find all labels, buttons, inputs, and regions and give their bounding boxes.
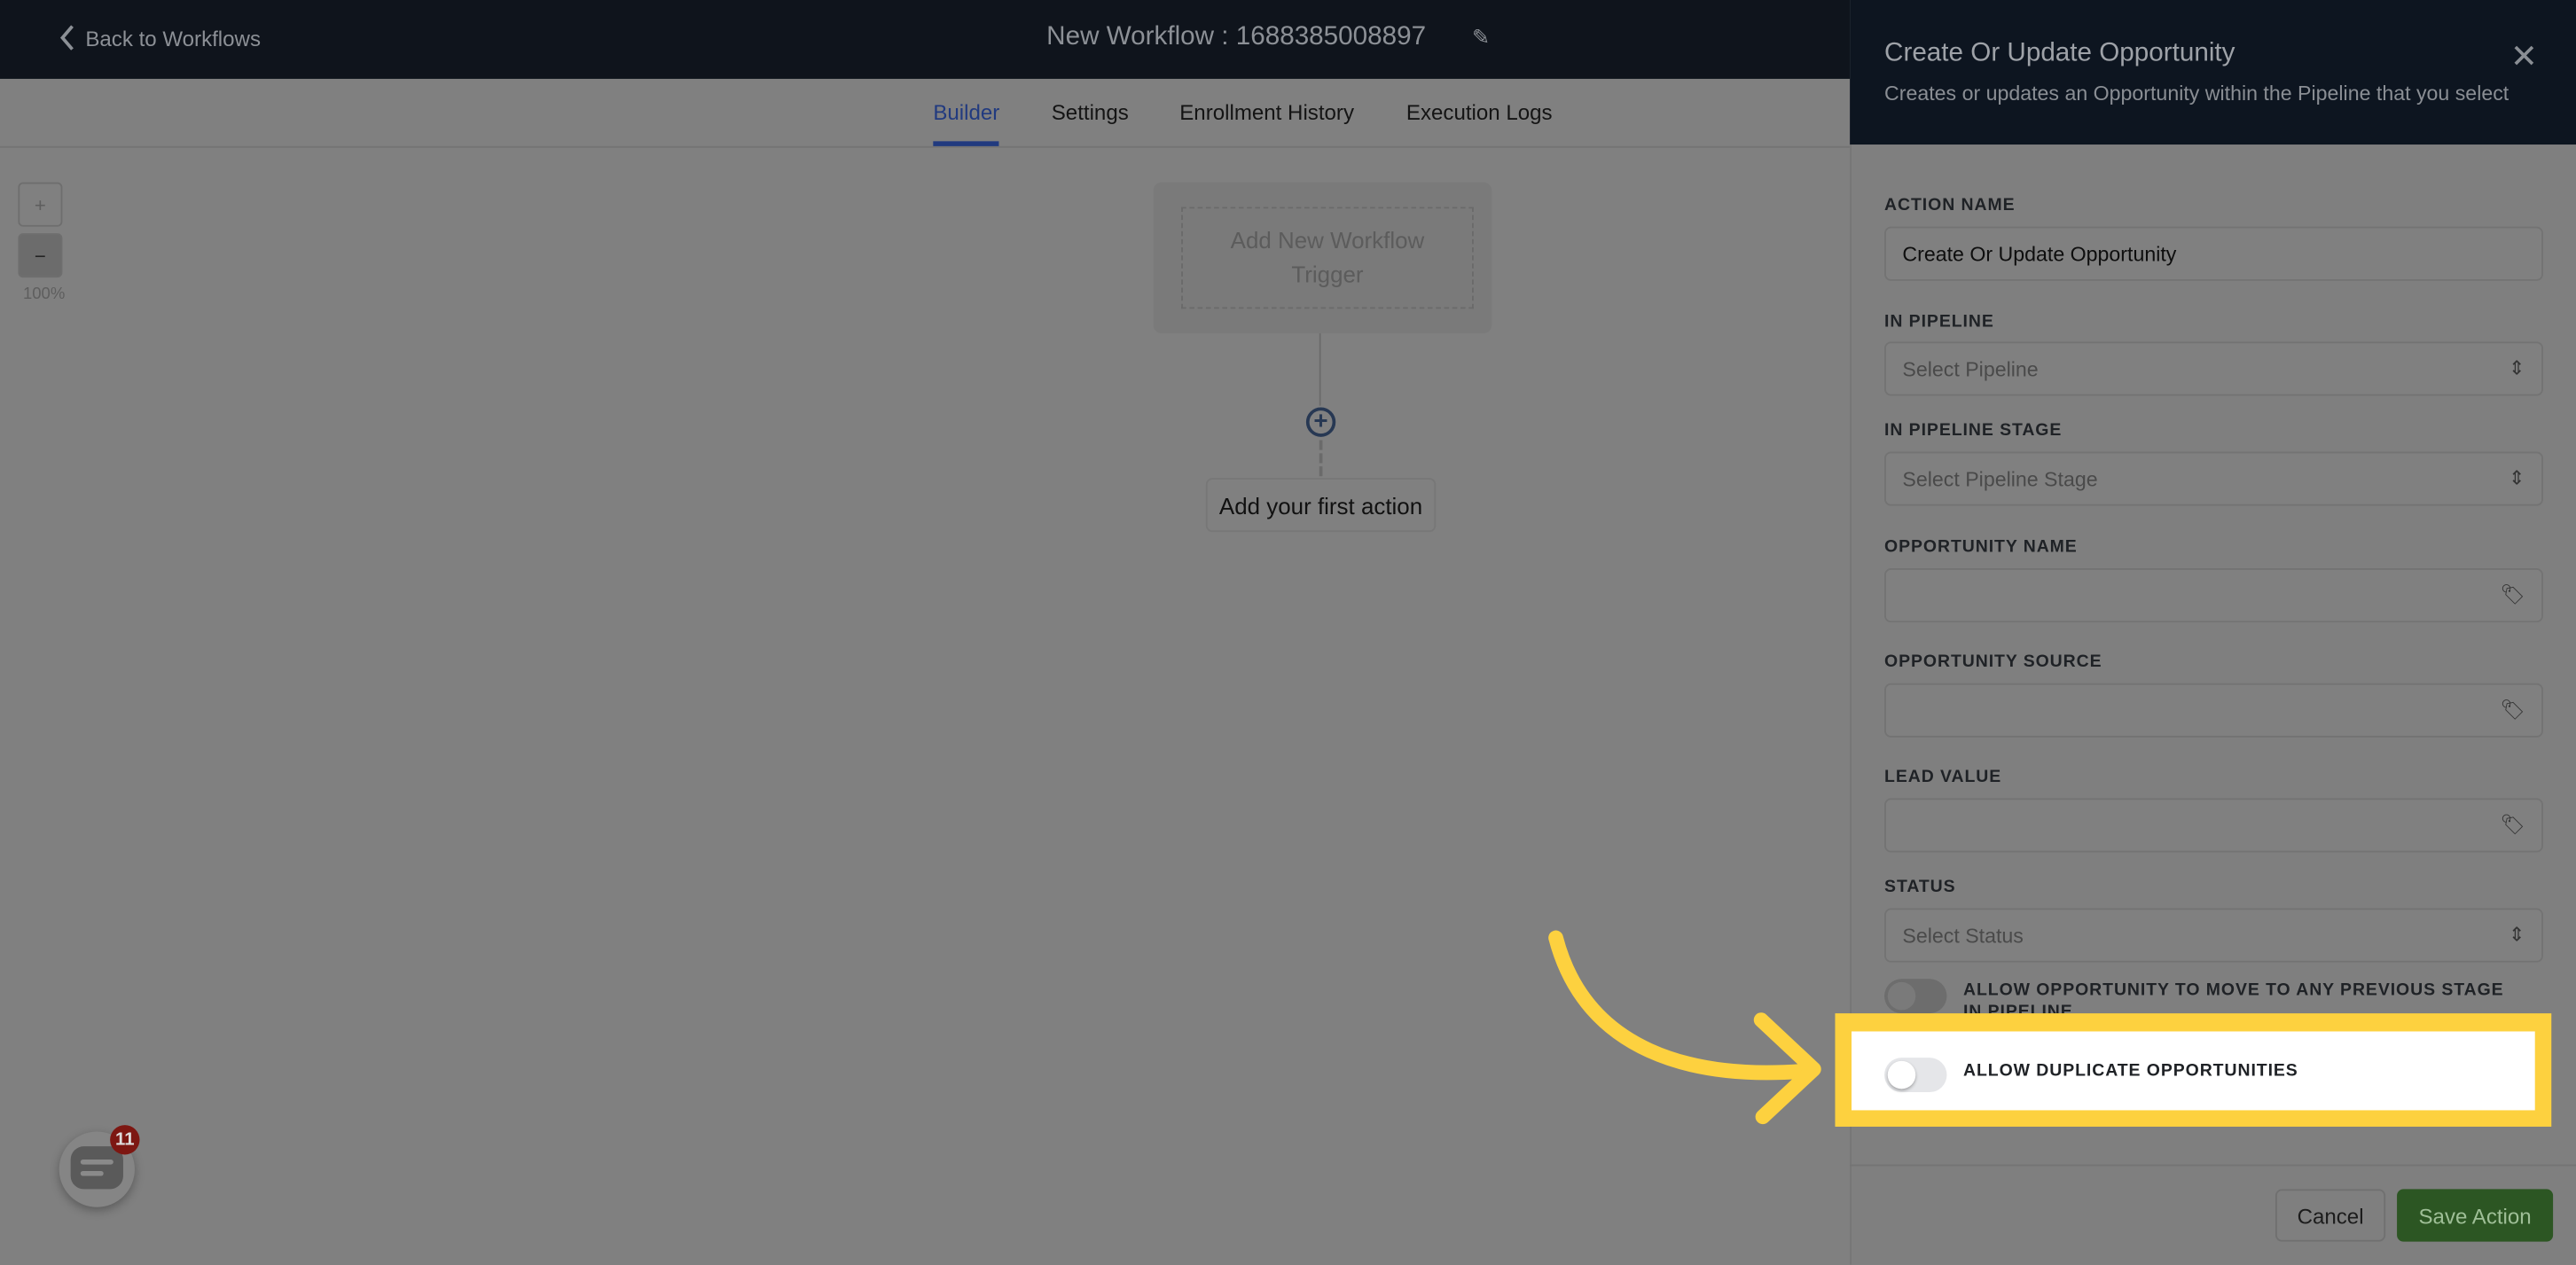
action-name-label: ACTION NAME bbox=[1884, 195, 2016, 215]
connector-dashed bbox=[1319, 440, 1323, 477]
pipeline-stage-select[interactable]: Select Pipeline Stage ⇕ bbox=[1884, 451, 2543, 506]
pipeline-stage-placeholder: Select Pipeline Stage bbox=[1902, 467, 2098, 491]
pipeline-placeholder: Select Pipeline bbox=[1902, 356, 2039, 380]
lead-value-label: LEAD VALUE bbox=[1884, 767, 2002, 787]
action-name-value: Create Or Update Opportunity bbox=[1902, 242, 2177, 266]
pipeline-label: IN PIPELINE bbox=[1884, 312, 1994, 332]
action-name-input[interactable]: Create Or Update Opportunity bbox=[1884, 226, 2543, 281]
save-action-button[interactable]: Save Action bbox=[2397, 1189, 2554, 1242]
opportunity-source-label: OPPORTUNITY SOURCE bbox=[1884, 652, 2102, 672]
trigger-label: Add New Workflow Trigger bbox=[1230, 226, 1425, 288]
back-to-workflows-link[interactable]: Back to Workflows bbox=[59, 25, 261, 51]
workflow-title: New Workflow : 1688385008897 bbox=[1046, 22, 1427, 51]
zoom-in-button[interactable]: + bbox=[18, 182, 63, 227]
zoom-out-button[interactable]: − bbox=[18, 233, 63, 278]
add-step-plus-icon[interactable]: + bbox=[1305, 407, 1336, 437]
opportunity-name-label: OPPORTUNITY NAME bbox=[1884, 536, 2078, 558]
pipeline-stage-label: IN PIPELINE STAGE bbox=[1884, 420, 2063, 441]
allow-previous-stage-label: ALLOW OPPORTUNITY TO MOVE TO ANY PREVIOU… bbox=[1962, 980, 2504, 1014]
edit-pencil-icon[interactable]: ✎ bbox=[1472, 25, 1490, 51]
select-arrows-icon: ⇕ bbox=[2508, 466, 2525, 490]
opportunity-source-input[interactable]: 🏷︎ bbox=[1884, 683, 2543, 738]
tag-icon[interactable]: 🏷︎ bbox=[2500, 583, 2525, 606]
tab-enrollment-history[interactable]: Enrollment History bbox=[1179, 100, 1354, 125]
tab-builder[interactable]: Builder bbox=[933, 100, 999, 125]
allow-duplicate-toggle[interactable] bbox=[1884, 1058, 1947, 1093]
tab-bar bbox=[0, 79, 1851, 148]
active-tab-indicator bbox=[933, 141, 999, 146]
allow-duplicate-label: ALLOW DUPLICATE OPPORTUNITIES bbox=[1962, 1060, 2298, 1081]
status-label: STATUS bbox=[1884, 877, 1956, 897]
screen: Back to Workflows New Workflow : 1688385… bbox=[0, 0, 2576, 1265]
connector-line bbox=[1319, 333, 1321, 406]
back-label: Back to Workflows bbox=[85, 25, 262, 51]
notification-badge: 11 bbox=[110, 1125, 140, 1155]
opportunity-name-input[interactable]: 🏷︎ bbox=[1884, 568, 2543, 623]
close-icon[interactable]: ✕ bbox=[2510, 36, 2538, 77]
status-placeholder: Select Status bbox=[1902, 924, 2024, 948]
zoom-level: 100% bbox=[22, 285, 66, 304]
add-trigger-button[interactable]: Add New Workflow Trigger bbox=[1181, 207, 1474, 309]
annotation-arrow-icon bbox=[1548, 930, 1821, 1125]
tab-settings[interactable]: Settings bbox=[1052, 100, 1129, 125]
allow-previous-stage-toggle[interactable] bbox=[1884, 979, 1947, 1014]
select-arrows-icon: ⇕ bbox=[2508, 356, 2525, 379]
lead-value-input[interactable]: 🏷︎ bbox=[1884, 798, 2543, 853]
panel-subtitle: Creates or updates an Opportunity within… bbox=[1884, 82, 2509, 105]
tag-icon[interactable]: 🏷︎ bbox=[2500, 813, 2525, 836]
add-first-action-button[interactable]: Add your first action bbox=[1205, 478, 1437, 533]
chat-bubble-icon bbox=[70, 1146, 123, 1190]
panel-header bbox=[1850, 0, 2576, 145]
tab-execution-logs[interactable]: Execution Logs bbox=[1406, 100, 1553, 125]
select-arrows-icon: ⇕ bbox=[2508, 923, 2525, 947]
tag-icon[interactable]: 🏷︎ bbox=[2500, 698, 2525, 721]
footer-divider bbox=[1850, 1164, 2576, 1167]
chevron-left-icon bbox=[59, 25, 74, 51]
pipeline-select[interactable]: Select Pipeline ⇕ bbox=[1884, 341, 2543, 396]
cancel-button[interactable]: Cancel bbox=[2275, 1189, 2386, 1242]
status-select[interactable]: Select Status ⇕ bbox=[1884, 908, 2543, 963]
panel-title: Create Or Update Opportunity bbox=[1884, 39, 2235, 67]
